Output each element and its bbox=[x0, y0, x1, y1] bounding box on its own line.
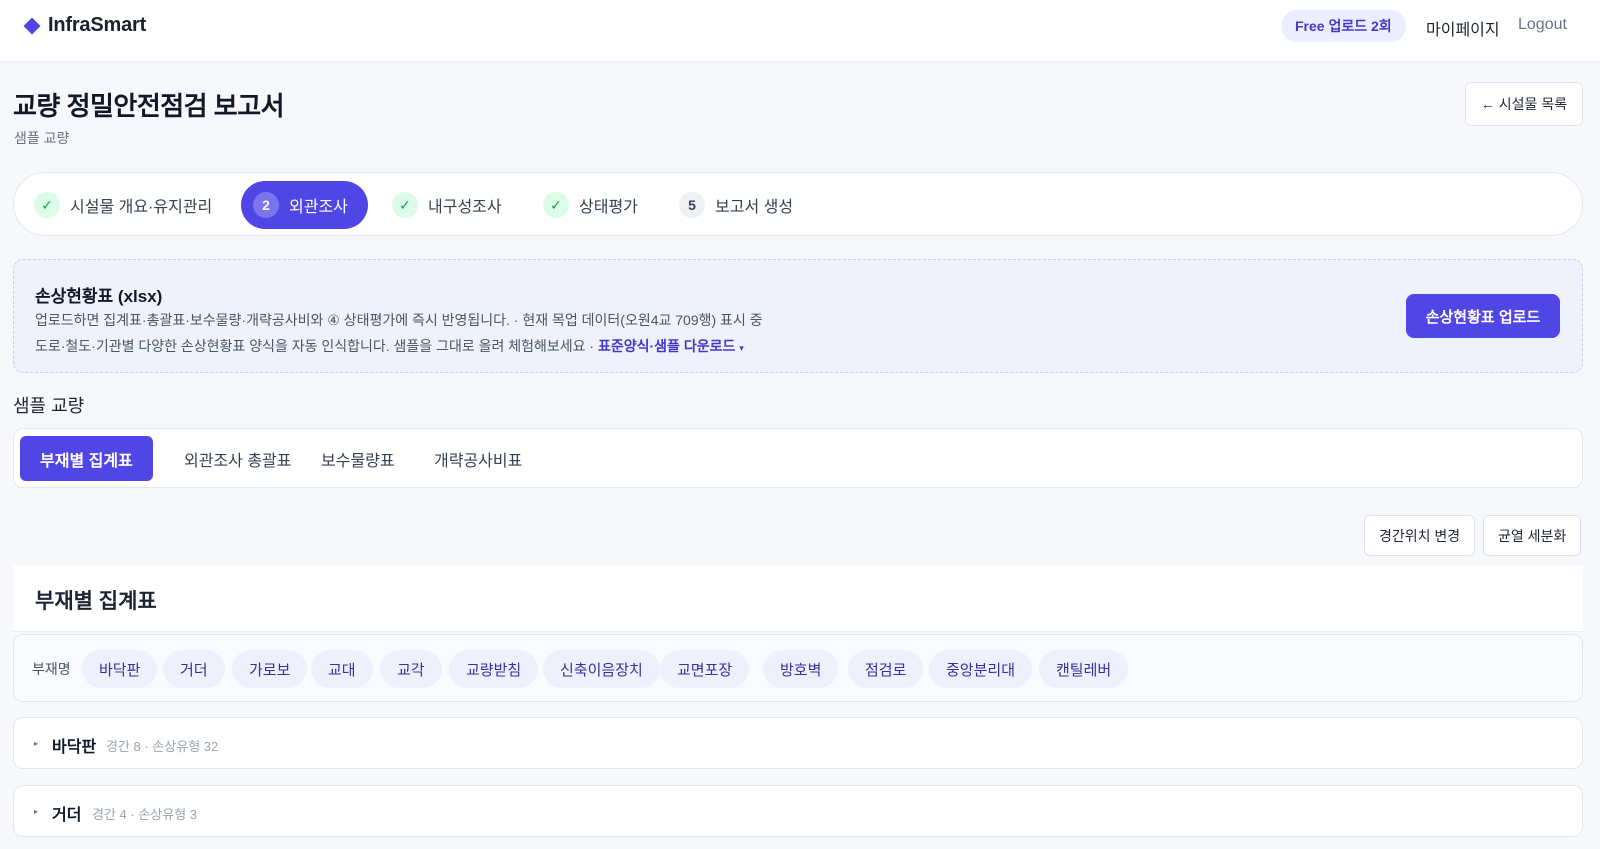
page-title: 교량 정밀안전점검 보고서 bbox=[13, 91, 285, 121]
report-tabs: 부재별 집계표 외관조사 총괄표 보수물량표 개략공사비표 bbox=[13, 428, 1583, 488]
filter-label: 부재명 bbox=[32, 661, 71, 677]
page-subtitle: 샘플 교량 bbox=[14, 130, 70, 146]
upload-hint: 도로·철도·기관별 다양한 손상현황표 양식을 자동 인식합니다. 샘플을 그대… bbox=[35, 336, 744, 356]
tab-repair-quantity[interactable]: 보수물량표 bbox=[301, 436, 415, 481]
step-label: 내구성조사 bbox=[428, 199, 502, 216]
expand-arrow-icon: ▸ bbox=[34, 807, 39, 816]
expand-arrow-icon: ▸ bbox=[34, 739, 39, 748]
crack-detail-button[interactable]: 균열 세분화 bbox=[1483, 515, 1582, 556]
brand[interactable]: InfraSmart bbox=[23, 14, 146, 37]
upload-hint-text: 도로·철도·기관별 다양한 손상현황표 양식을 자동 인식합니다. 샘플을 그대… bbox=[35, 338, 595, 354]
step-number: 5 bbox=[679, 192, 705, 218]
member-chip[interactable]: 중앙분리대 bbox=[929, 650, 1033, 688]
check-icon: ✓ bbox=[34, 192, 60, 218]
member-chip[interactable]: 점검로 bbox=[848, 650, 924, 688]
top-bar: InfraSmart Free 업로드 2회 마이페이지 Logout bbox=[0, 0, 1600, 62]
tab-cost-estimate[interactable]: 개략공사비표 bbox=[414, 436, 542, 481]
member-chip[interactable]: 교대 bbox=[311, 650, 373, 688]
brand-name: InfraSmart bbox=[48, 14, 147, 36]
group-name: 거더 bbox=[52, 807, 82, 824]
check-icon: ✓ bbox=[392, 192, 418, 218]
change-span-position-button[interactable]: 경간위치 변경 bbox=[1364, 515, 1476, 556]
summary-title: 부재별 집계표 bbox=[35, 590, 157, 613]
step-label: 시설물 개요·유지관리 bbox=[70, 199, 213, 216]
upload-damage-table-button[interactable]: 손상현황표 업로드 bbox=[1406, 294, 1560, 338]
step-label: 상태평가 bbox=[579, 199, 638, 216]
member-chip[interactable]: 바닥판 bbox=[82, 650, 158, 688]
member-chip[interactable]: 교각 bbox=[380, 650, 442, 688]
upload-description: 업로드하면 집계표·총괄표·보수물량·개략공사비와 ④ 상태평가에 즉시 반영됩… bbox=[35, 312, 763, 328]
step-label: 보고서 생성 bbox=[715, 199, 794, 216]
check-icon: ✓ bbox=[543, 192, 569, 218]
step-label: 외관조사 bbox=[289, 199, 348, 216]
tab-member-summary[interactable]: 부재별 집계표 bbox=[20, 436, 153, 481]
member-summary-header: 부재별 집계표 bbox=[13, 565, 1583, 632]
step-report-generation[interactable]: 5 보고서 생성 bbox=[679, 181, 793, 229]
member-chip[interactable]: 캔틸레버 bbox=[1039, 650, 1129, 688]
group-meta: 경간 8 · 손상유형 32 bbox=[106, 739, 219, 754]
member-chip[interactable]: 교면포장 bbox=[660, 650, 750, 688]
free-upload-badge: Free 업로드 2회 bbox=[1281, 10, 1406, 42]
member-chip[interactable]: 거더 bbox=[163, 650, 225, 688]
chevron-down-icon: ▾ bbox=[739, 343, 744, 353]
step-condition-evaluation[interactable]: ✓ 상태평가 bbox=[543, 181, 638, 229]
member-filter-bar: 부재명 바닥판 거더 가로보 교대 교각 교량받침 신축이음장치 교면포장 방호… bbox=[13, 634, 1583, 702]
step-visual-inspection[interactable]: 2 외관조사 bbox=[241, 181, 368, 229]
diamond-logo-icon bbox=[23, 17, 41, 34]
mypage-link[interactable]: 마이페이지 bbox=[1426, 16, 1500, 40]
back-to-facility-list-button[interactable]: ← 시설물 목록 bbox=[1465, 82, 1583, 126]
logout-link[interactable]: Logout bbox=[1518, 16, 1567, 34]
member-chip[interactable]: 가로보 bbox=[232, 650, 308, 688]
tab-visual-overview[interactable]: 외관조사 총괄표 bbox=[164, 436, 312, 481]
group-name: 바닥판 bbox=[52, 739, 97, 756]
upload-title: 손상현황표 (xlsx) bbox=[35, 287, 163, 306]
step-facility-overview[interactable]: ✓ 시설물 개요·유지관리 bbox=[34, 181, 212, 229]
step-number: 2 bbox=[253, 192, 279, 218]
template-download-link[interactable]: 표준양식·샘플 다운로드 bbox=[598, 338, 735, 354]
member-chip[interactable]: 교량받침 bbox=[449, 650, 539, 688]
step-durability-survey[interactable]: ✓ 내구성조사 bbox=[392, 181, 502, 229]
member-group-row[interactable]: ▸ 바닥판 경간 8 · 손상유형 32 bbox=[13, 717, 1583, 769]
member-chip[interactable]: 방호벽 bbox=[763, 650, 839, 688]
member-group-row[interactable]: ▸ 거더 경간 4 · 손상유형 3 bbox=[13, 785, 1583, 837]
damage-table-upload-panel: 손상현황표 (xlsx) 업로드하면 집계표·총괄표·보수물량·개략공사비와 ④… bbox=[13, 259, 1583, 373]
bridge-section-label: 샘플 교량 bbox=[13, 396, 85, 416]
member-chip[interactable]: 신축이음장치 bbox=[543, 650, 660, 688]
group-meta: 경간 4 · 손상유형 3 bbox=[92, 807, 197, 822]
progress-stepper: ✓ 시설물 개요·유지관리 2 외관조사 ✓ 내구성조사 ✓ 상태평가 5 보고… bbox=[13, 172, 1583, 236]
